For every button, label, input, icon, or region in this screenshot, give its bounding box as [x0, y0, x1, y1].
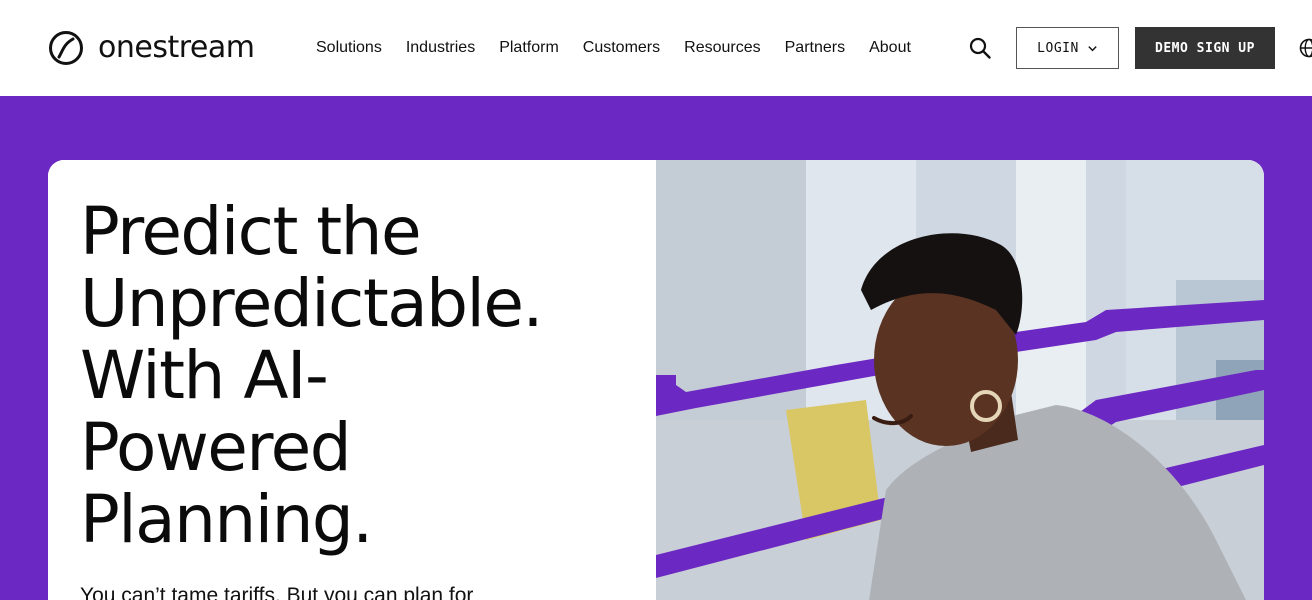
- search-icon[interactable]: [968, 36, 992, 60]
- hero-photo: [656, 160, 1264, 600]
- nav-item-about[interactable]: About: [869, 36, 911, 60]
- headline-line: Planning.: [80, 481, 373, 558]
- demo-sign-up-button[interactable]: DEMO SIGN UP: [1135, 27, 1275, 69]
- main-nav: Solutions Industries Platform Customers …: [316, 36, 911, 60]
- globe-icon[interactable]: [1298, 37, 1312, 59]
- onestream-logo-icon: [49, 31, 83, 65]
- nav-item-platform[interactable]: Platform: [499, 36, 559, 60]
- hero-photo-illustration: [656, 160, 1264, 600]
- nav-item-industries[interactable]: Industries: [406, 36, 475, 60]
- login-button-label: LOGIN: [1037, 40, 1079, 56]
- chevron-down-icon: [1088, 45, 1097, 51]
- headline-line: Predict the: [80, 193, 422, 270]
- hero-headline: Predict the Unpredictable. With AI- Powe…: [80, 196, 640, 556]
- headline-line: With AI-: [80, 337, 329, 414]
- brand-logo[interactable]: onestream: [48, 28, 255, 68]
- headline-line: Unpredictable.: [80, 265, 543, 342]
- site-header: onestream Solutions Industries Platform …: [0, 0, 1312, 96]
- nav-item-resources[interactable]: Resources: [684, 36, 760, 60]
- login-button[interactable]: LOGIN: [1016, 27, 1119, 69]
- demo-sign-up-label: DEMO SIGN UP: [1155, 40, 1255, 56]
- nav-item-customers[interactable]: Customers: [583, 36, 660, 60]
- nav-item-partners[interactable]: Partners: [785, 36, 845, 60]
- headline-line: Powered: [80, 409, 352, 486]
- hero-text-panel: Predict the Unpredictable. With AI- Powe…: [48, 160, 656, 600]
- hero-subtext: You can’t tame tariffs. But you can plan…: [80, 584, 474, 600]
- brand-name: onestream: [98, 30, 255, 65]
- hero-section: Predict the Unpredictable. With AI- Powe…: [0, 96, 1312, 600]
- hero-card: Predict the Unpredictable. With AI- Powe…: [48, 160, 1264, 600]
- nav-item-solutions[interactable]: Solutions: [316, 36, 382, 60]
